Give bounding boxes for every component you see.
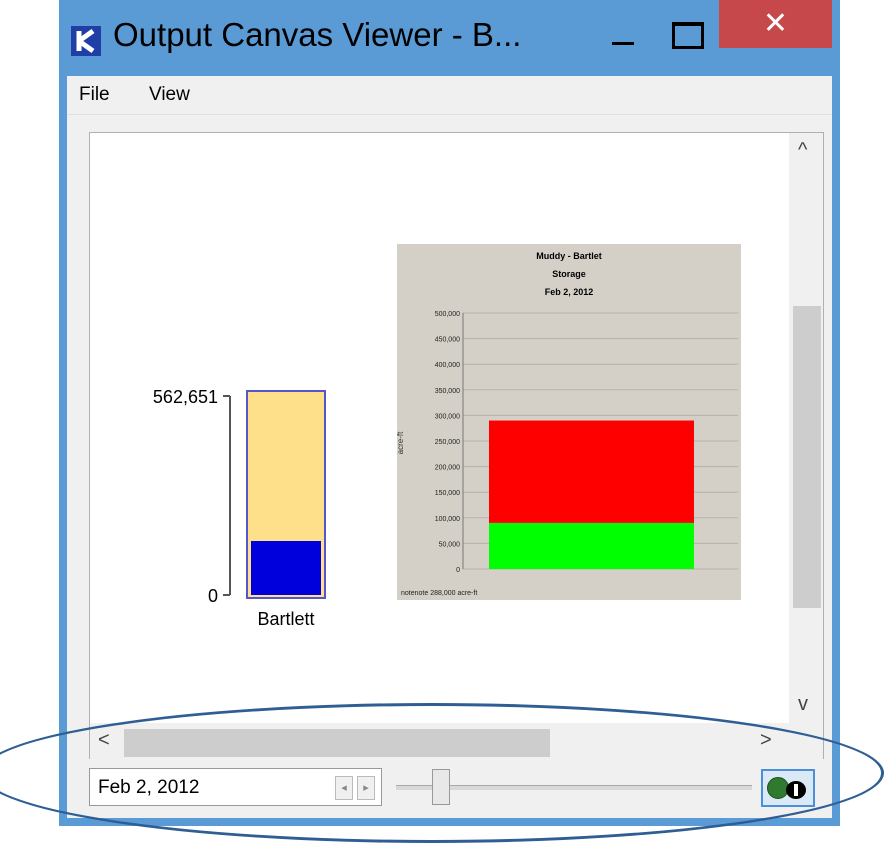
minimize-button[interactable] (602, 28, 642, 58)
chart-title: Muddy - Bartlet (536, 251, 602, 261)
chart-y-axis-label: acre-ft (396, 431, 405, 454)
vertical-scrollbar[interactable]: ^ v (789, 133, 823, 723)
scroll-down-arrow-icon[interactable]: v (798, 693, 808, 716)
gauge-min-label: 0 (208, 586, 218, 606)
gauge-name-label: Bartlett (257, 609, 314, 629)
menu-view[interactable]: View (149, 84, 190, 106)
maximize-button[interactable] (672, 22, 704, 49)
highlight-ellipse-annotation (0, 703, 884, 843)
gauge-max-label: 562,651 (153, 387, 218, 407)
window-title: Output Canvas Viewer - B... (113, 16, 522, 53)
chart-y-tick-label: 0 (456, 567, 460, 574)
chart-y-tick-label: 400,000 (435, 362, 460, 369)
chart-y-tick-label: 350,000 (435, 388, 460, 395)
chart-date: Feb 2, 2012 (545, 287, 594, 297)
chart-bar-segment-0[interactable] (489, 522, 694, 569)
chart-y-tick-label: 50,000 (439, 541, 461, 548)
storage-chart[interactable]: Muddy - Bartlet Storage Feb 2, 2012 acre… (396, 244, 741, 600)
close-button[interactable]: ✕ (719, 0, 832, 48)
chart-y-tick-label: 450,000 (435, 337, 460, 344)
menu-file[interactable]: File (79, 84, 110, 106)
chart-y-tick-label: 150,000 (435, 490, 460, 497)
canvas-drawing: 562,651 0 Bartlett Muddy - Bartlet Stora… (153, 244, 741, 629)
title-bar[interactable]: Output Canvas Viewer - B... ✕ (59, 0, 840, 76)
scroll-up-arrow-icon[interactable]: ^ (798, 139, 807, 162)
chart-subtitle: Storage (552, 269, 586, 279)
chart-y-tick-label: 250,000 (435, 439, 460, 446)
chart-y-tick-label: 100,000 (435, 516, 460, 523)
gauge-fill (251, 541, 321, 595)
output-canvas-scrollpane: 562,651 0 Bartlett Muddy - Bartlet Stora… (89, 132, 824, 761)
chart-footnote: notenote 288,000 acre-ft (401, 590, 477, 597)
chart-bar-segment-1[interactable] (489, 420, 694, 523)
vertical-scroll-thumb[interactable] (793, 306, 821, 608)
chart-y-tick-label: 500,000 (435, 311, 460, 318)
riverware-app-icon (71, 26, 101, 56)
chart-bars (489, 420, 694, 569)
output-canvas: 562,651 0 Bartlett Muddy - Bartlet Stora… (90, 133, 789, 723)
chart-y-tick-label: 200,000 (435, 465, 460, 472)
menu-bar: File View (67, 76, 832, 115)
chart-y-tick-label: 300,000 (435, 413, 460, 420)
